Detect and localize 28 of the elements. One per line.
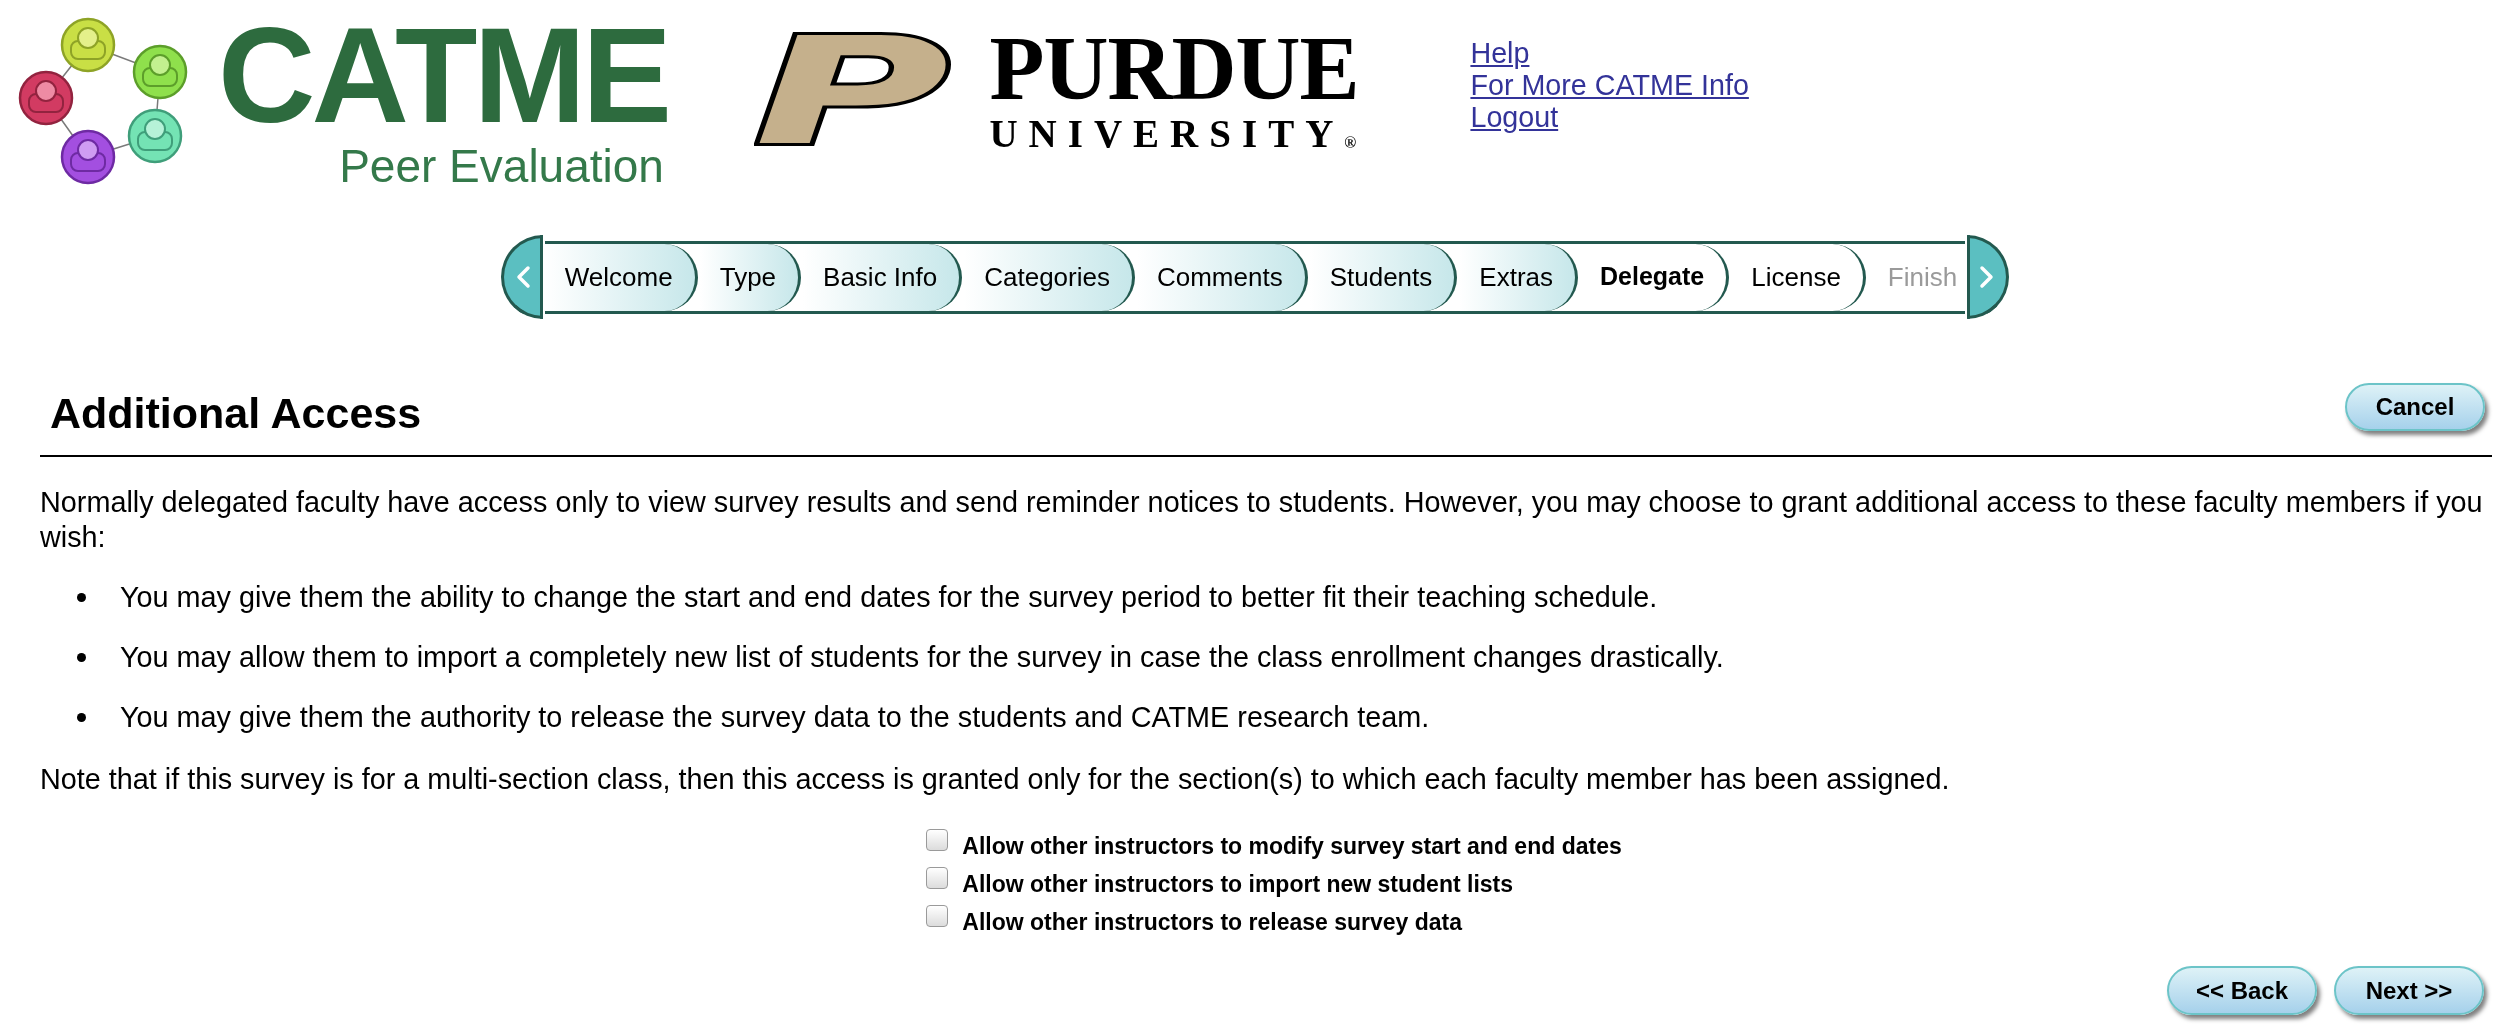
bullet-icon <box>77 593 86 602</box>
checkbox-label: Allow other instructors to release survey data <box>962 908 1463 937</box>
logo-subtitle: Peer Evaluation <box>339 143 664 189</box>
registered-mark: ® <box>1344 135 1357 151</box>
back-button[interactable]: << Back <box>2167 966 2317 1015</box>
checkbox[interactable] <box>926 905 949 927</box>
page-title: Additional Access <box>50 388 422 438</box>
bullet-text: You may give them the authority to release the survey data to the students and CATME research team. <box>120 700 1430 735</box>
checkbox-label: Allow other instructors to import new student lists <box>962 870 1514 899</box>
bullet-text: You may give them the ability to change the start and end dates for the survey period to better fit their teaching schedule. <box>120 580 1658 615</box>
team-ring-icon <box>18 16 188 186</box>
info-link[interactable]: For More CATME Info <box>1470 69 1749 101</box>
logo-title: CATME <box>218 8 668 143</box>
checkbox[interactable] <box>926 867 949 889</box>
logo-letter: P <box>753 18 950 166</box>
logout-link[interactable]: Logout <box>1470 101 1559 133</box>
bullet-icon <box>77 713 86 722</box>
bullet-text: You may allow them to import a completely new list of students for the survey in case the class enrollment changes drastically. <box>120 640 1724 675</box>
checkbox[interactable] <box>926 829 949 851</box>
next-button[interactable]: Next >> <box>2334 966 2484 1015</box>
cancel-button[interactable]: Cancel <box>2345 383 2485 431</box>
university-name: PURDUE <box>989 24 1359 114</box>
help-link[interactable]: Help <box>1470 37 1530 69</box>
university-subname: UNIVERSITY <box>989 114 1345 153</box>
intro-paragraph: Normally delegated faculty have access only to view survey results and send reminder notices to students. However, you may choose to grant additional access to these faculty members if you wish: <box>40 485 2484 555</box>
bullet-icon <box>77 653 86 662</box>
note-paragraph: Note that if this survey is for a multi-section class, then this access is granted only for the section(s) to which each faculty member has been assigned. <box>40 762 1951 797</box>
checkbox-label: Allow other instructors to modify survey start and end dates <box>962 832 1622 861</box>
